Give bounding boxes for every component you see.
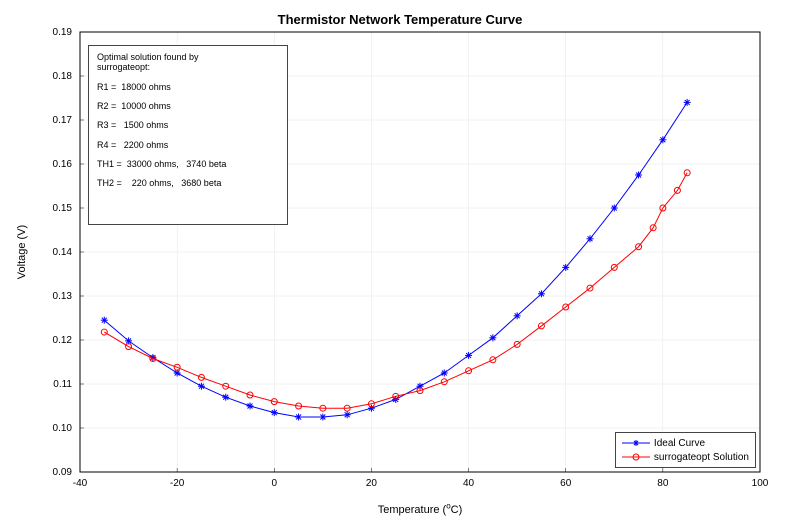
svg-text:-20: -20: [170, 478, 185, 489]
chart-title: Thermistor Network Temperature Curve: [0, 12, 800, 27]
x-axis-label: Temperature (oC): [80, 501, 760, 516]
svg-text:60: 60: [560, 478, 572, 489]
legend-label: surrogateopt Solution: [654, 452, 749, 463]
svg-text:0.16: 0.16: [53, 159, 73, 170]
legend-label: Ideal Curve: [654, 438, 705, 449]
legend-entry: Ideal Curve: [622, 436, 749, 450]
annotation-line: TH2 = 220 ohms, 3680 beta: [97, 178, 281, 188]
svg-text:100: 100: [752, 478, 769, 489]
x-axis-label-text: Temperature (oC): [378, 504, 463, 516]
annotation-line: TH1 = 33000 ohms, 3740 beta: [97, 159, 281, 169]
legend-swatch-surrogate: [622, 451, 650, 463]
svg-text:40: 40: [463, 478, 475, 489]
svg-text:20: 20: [366, 478, 378, 489]
svg-text:0.13: 0.13: [53, 291, 73, 302]
annotation-box: Optimal solution found by surrogateopt: …: [88, 45, 288, 225]
svg-text:0.17: 0.17: [53, 115, 73, 126]
annotation-line: R3 = 1500 ohms: [97, 120, 281, 130]
svg-text:0.15: 0.15: [53, 203, 73, 214]
annotation-line: R2 = 10000 ohms: [97, 101, 281, 111]
svg-text:80: 80: [657, 478, 669, 489]
annotation-line: R1 = 18000 ohms: [97, 82, 281, 92]
y-axis-label: Voltage (V): [16, 32, 36, 472]
svg-text:0: 0: [272, 478, 278, 489]
svg-text:0.12: 0.12: [53, 335, 73, 346]
svg-text:0.19: 0.19: [53, 27, 73, 38]
svg-text:-40: -40: [73, 478, 88, 489]
svg-text:0.18: 0.18: [53, 71, 73, 82]
svg-text:0.14: 0.14: [53, 247, 73, 258]
svg-text:0.11: 0.11: [53, 379, 72, 390]
svg-text:0.09: 0.09: [53, 467, 73, 478]
annotation-header: Optimal solution found by surrogateopt:: [97, 52, 281, 73]
legend-swatch-ideal: [622, 437, 650, 449]
legend: Ideal Curve surrogateopt Solution: [615, 432, 756, 468]
svg-text:0.10: 0.10: [53, 423, 73, 434]
figure: Thermistor Network Temperature Curve -40…: [0, 0, 800, 520]
legend-entry: surrogateopt Solution: [622, 450, 749, 464]
annotation-line: R4 = 2200 ohms: [97, 140, 281, 150]
